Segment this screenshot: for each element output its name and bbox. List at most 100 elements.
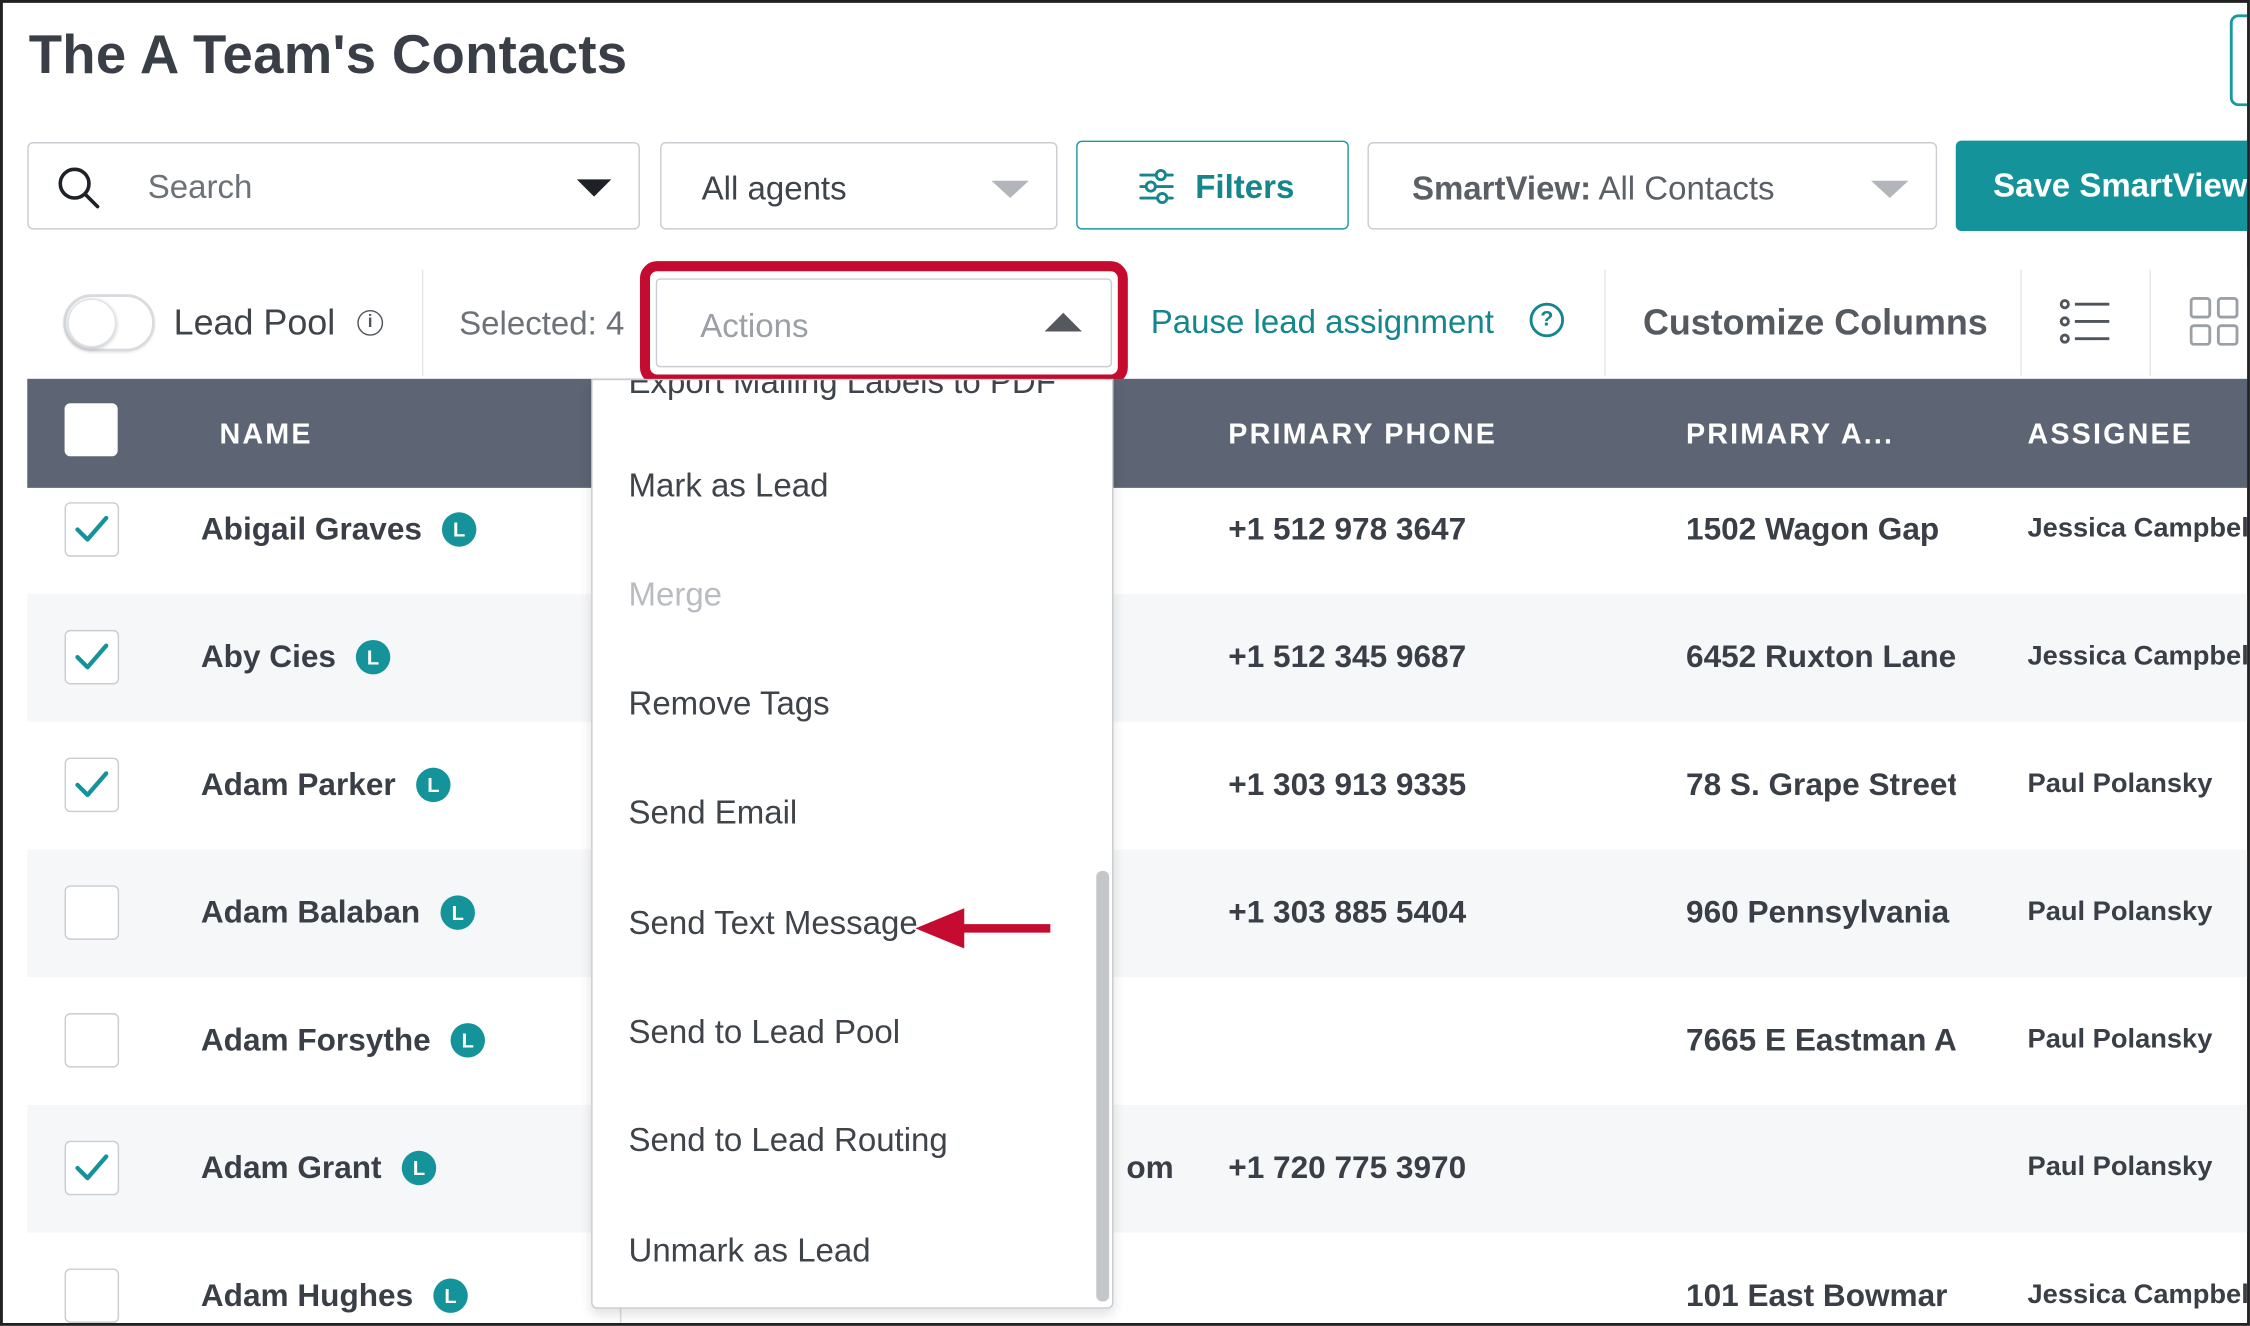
lead-badge: L [401, 1150, 437, 1186]
address-cell: 7665 E Eastman A [1686, 1021, 1956, 1058]
address-cell: 960 Pennsylvania [1686, 893, 1950, 930]
divider [421, 269, 424, 376]
address-cell: 1502 Wagon Gap [1686, 510, 1940, 547]
assignee-cell: Paul Polansky [2027, 1152, 2213, 1183]
check-icon [75, 1154, 109, 1181]
select-all-checkbox[interactable] [64, 403, 118, 457]
lead-pool-toggle[interactable] [63, 294, 155, 352]
column-header-address[interactable]: PRIMARY A... [1686, 419, 1894, 452]
table-row[interactable]: Adam Forsythe L 7665 E Eastman A Paul Polan… [27, 977, 2247, 1105]
assignee-cell: Paul Polansky [2027, 896, 2213, 927]
phone-cell: +1 720 775 3970 [1228, 1149, 1467, 1186]
info-icon[interactable]: i [357, 309, 384, 336]
menu-item-send-text-message[interactable]: Send Text Message [628, 904, 917, 943]
phone-cell: +1 303 913 9335 [1228, 766, 1467, 803]
chevron-down-icon[interactable] [576, 179, 612, 197]
top-right-button-fragment[interactable] [2229, 14, 2248, 107]
row-checkbox[interactable] [64, 1140, 120, 1196]
smartview-label: SmartView: All Contacts [1412, 169, 1775, 208]
table-row[interactable]: Abigail Graves L +1 512 978 3647 1502 Wagon… [27, 488, 2250, 594]
contact-name[interactable]: Adam Forsythe [201, 1022, 431, 1059]
agents-select[interactable]: All agents [660, 142, 1058, 230]
menu-item-send-email[interactable]: Send Email [628, 793, 797, 832]
save-smartview-button[interactable]: Save SmartView [1955, 140, 2248, 232]
phone-cell: +1 512 345 9687 [1228, 638, 1467, 675]
row-checkbox[interactable] [64, 885, 120, 940]
divider [2149, 269, 2151, 376]
search-icon [58, 167, 100, 209]
menu-item-send-to-lead-pool[interactable]: Send to Lead Pool [628, 1013, 900, 1052]
lead-pool-label: Lead Pool [173, 302, 336, 343]
table-row[interactable]: Adam Hughes L 101 East Bowmar Jessica Campb… [27, 1233, 2250, 1323]
check-icon [75, 771, 109, 798]
chevron-down-icon [1871, 180, 1909, 199]
toggle-knob [67, 298, 117, 348]
column-header-phone[interactable]: PRIMARY PHONE [1228, 419, 1497, 452]
page-title: The A Team's Contacts [28, 25, 628, 87]
table-row[interactable]: Aby Cies L +1 512 345 9687 6452 Ruxton Lane… [27, 594, 2250, 722]
contact-name[interactable]: Aby Cies [201, 639, 336, 676]
contact-name[interactable]: Adam Grant [201, 1149, 382, 1186]
selected-count: Selected: 4 [459, 304, 625, 342]
chevron-down-icon [991, 180, 1029, 199]
row-checkbox[interactable] [64, 757, 120, 813]
filters-label: Filters [1195, 167, 1295, 206]
help-icon[interactable]: ? [1529, 302, 1565, 338]
smartview-prefix: SmartView: [1411, 169, 1592, 207]
lead-badge: L [450, 1023, 485, 1058]
menu-item-merge: Merge [628, 575, 723, 613]
address-cell: 78 S. Grape Street [1686, 766, 1956, 803]
table-row[interactable]: Adam Balaban L +1 303 885 5404 960 Pennsylv… [27, 849, 2248, 978]
search-placeholder: Search [147, 167, 253, 206]
customize-columns-button[interactable]: Customize Columns [1643, 303, 1988, 345]
menu-item-partial[interactable]: Export Mailing Labels to PDF [628, 380, 1055, 402]
row-checkbox[interactable] [64, 629, 120, 685]
lead-badge: L [416, 767, 451, 803]
divider [1604, 269, 1606, 376]
assignee-cell: Paul Polansky [2027, 769, 2213, 800]
search-input[interactable]: Search [27, 142, 640, 230]
contact-name[interactable]: Abigail Graves [201, 511, 422, 548]
sliders-icon [1139, 169, 1174, 205]
smartview-value: All Contacts [1598, 169, 1775, 207]
lead-badge: L [441, 512, 477, 547]
address-cell: 6452 Ruxton Lane [1686, 638, 1956, 675]
pause-lead-assignment-link[interactable]: Pause lead assignment [1151, 303, 1494, 342]
phone-cell: +1 512 978 3647 [1228, 510, 1467, 547]
lead-badge: L [433, 1278, 468, 1313]
filters-button[interactable]: Filters [1076, 140, 1349, 230]
menu-item-mark-as-lead[interactable]: Mark as Lead [628, 466, 828, 505]
annotation-highlight-box [639, 261, 1128, 385]
phone-cell: +1 303 885 5404 [1228, 893, 1467, 930]
menu-scrollbar[interactable] [1096, 870, 1110, 1302]
lead-badge: L [440, 895, 475, 930]
row-checkbox[interactable] [64, 502, 120, 557]
smartview-select[interactable]: SmartView: All Contacts [1367, 142, 1938, 230]
assignee-cell: Jessica Campbell [2027, 641, 2250, 672]
check-icon [75, 515, 109, 542]
table-row[interactable]: Adam Grant Lom +1 720 775 3970 Paul Polansk… [27, 1104, 2248, 1233]
column-header-assignee[interactable]: ASSIGNEE [2028, 419, 2194, 452]
divider [2020, 269, 2022, 376]
contact-name[interactable]: Adam Hughes [201, 1277, 413, 1314]
menu-item-unmark-as-lead[interactable]: Unmark as Lead [628, 1231, 870, 1270]
row-checkbox[interactable] [64, 1013, 120, 1068]
contact-name[interactable]: Adam Balaban [201, 894, 420, 931]
contact-name[interactable]: Adam Parker [201, 766, 396, 803]
menu-item-send-to-lead-routing[interactable]: Send to Lead Routing [628, 1121, 947, 1160]
lead-badge: L [355, 639, 391, 675]
column-header-name[interactable]: NAME [220, 419, 313, 452]
assignee-cell: Jessica Campbell [2027, 513, 2250, 544]
assignee-cell: Jessica Campbell [2027, 1279, 2250, 1311]
menu-item-remove-tags[interactable]: Remove Tags [628, 684, 829, 723]
agents-select-value: All agents [701, 169, 847, 207]
actions-menu[interactable]: Export Mailing Labels to PDF Mark as Lea… [591, 378, 1114, 1309]
table-row[interactable]: Adam Parker L +1 303 913 9335 78 S. Grape S… [27, 722, 2247, 850]
contacts-page: The A Team's Contacts Search All agents … [0, 0, 2250, 1326]
row-checkbox[interactable] [64, 1268, 120, 1323]
check-icon [75, 643, 109, 670]
list-view-icon[interactable] [2059, 297, 2111, 346]
table-header [27, 378, 2248, 488]
email-cell: om [1126, 1149, 1174, 1186]
grid-view-icon[interactable] [2189, 297, 2239, 346]
